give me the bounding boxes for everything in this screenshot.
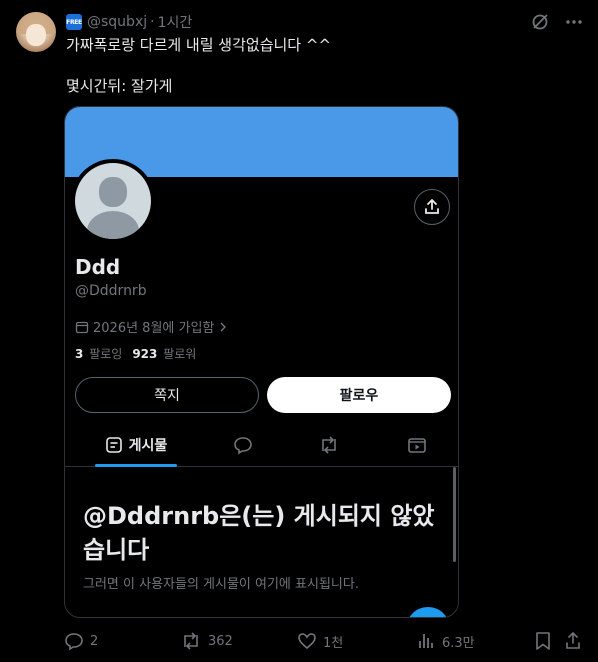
author-handle[interactable]: @squbxj (87, 14, 147, 30)
message-button: 쪽지 (75, 377, 259, 413)
grok-icon[interactable] (530, 12, 550, 32)
profile-avatar (71, 159, 155, 243)
free-badge-icon: FREE (66, 14, 82, 30)
heart-icon (298, 633, 316, 650)
avatar[interactable] (16, 12, 56, 52)
follow-button: 팔로우 (267, 377, 451, 413)
default-avatar-icon (75, 163, 151, 239)
calendar-icon (75, 321, 89, 333)
tab-posts: 게시물 (95, 423, 177, 467)
post: FREE @squbxj · 1시간 가짜폭로랑 다르게 내릴 생각없습니다 ^… (0, 0, 598, 662)
avatar-face (26, 24, 46, 46)
views-button[interactable]: 6.3만 (416, 630, 475, 652)
bookmark-button[interactable] (534, 630, 552, 652)
profile-tabs: 게시물 (65, 423, 458, 467)
empty-state-title: @Dddrnrb은(는) 게시되지 않았습니다 (83, 502, 435, 564)
tab-reposts (317, 423, 341, 467)
profile-joined: 2026년 8월에 가입함 (75, 317, 228, 336)
share-profile-button (414, 189, 450, 225)
views-count: 6.3만 (442, 635, 475, 651)
more-options-icon[interactable] (564, 12, 584, 32)
share-icon (566, 632, 580, 649)
embedded-screenshot[interactable]: Ddd @Dddrnrb 2026년 8월에 가입함 3 팔로잉 923 팔로워… (64, 106, 459, 618)
post-time[interactable]: 1시간 (158, 12, 193, 32)
scrollbar (453, 467, 456, 562)
following-stat: 3 팔로잉 (75, 347, 123, 361)
repost-count: 362 (208, 633, 233, 649)
empty-state-subtitle: 그러면 이 사용자들의 게시물이 여기에 표시됩니다. (83, 577, 359, 592)
post-actions: 2 362 1천 6.3만 (64, 630, 584, 652)
posts-icon (105, 437, 122, 453)
avatar-body (87, 211, 139, 239)
reply-button[interactable]: 2 (64, 630, 98, 652)
compose-fab (406, 607, 450, 617)
reply-bubble-icon (234, 437, 252, 455)
bookmark-icon (536, 632, 550, 650)
tab-media (405, 423, 429, 467)
repost-button[interactable]: 362 (180, 630, 233, 652)
views-chart-icon (419, 634, 433, 648)
share-button[interactable] (564, 630, 582, 652)
post-top-icons (530, 12, 584, 32)
profile-display-name: Ddd (75, 255, 121, 279)
profile-username: @Dddrnrb (75, 283, 147, 299)
post-text-line1: 가짜폭로랑 다르게 내릴 생각없습니다 ^^ (66, 36, 332, 54)
share-icon (425, 199, 439, 214)
avatar-head (99, 177, 127, 207)
separator-dot: · (150, 14, 155, 30)
repost-icon (322, 436, 336, 454)
like-button[interactable]: 1천 (297, 630, 343, 652)
like-count: 1천 (323, 635, 344, 651)
joined-text: 2026년 8월에 가입함 (93, 321, 215, 336)
post-text-line2: 몇시간뒤: 잘가게 (66, 77, 173, 95)
tab-posts-label: 게시물 (128, 438, 168, 454)
video-icon (408, 438, 426, 453)
followers-stat: 923 팔로워 (132, 347, 197, 361)
active-tab-indicator (95, 464, 177, 467)
repost-icon (184, 632, 198, 650)
follow-stats: 3 팔로잉 923 팔로워 (75, 345, 196, 362)
chevron-right-icon (220, 322, 227, 331)
reply-icon (65, 633, 83, 651)
reply-count: 2 (90, 633, 99, 649)
tab-replies (231, 423, 255, 467)
post-header: FREE @squbxj · 1시간 (66, 12, 192, 32)
